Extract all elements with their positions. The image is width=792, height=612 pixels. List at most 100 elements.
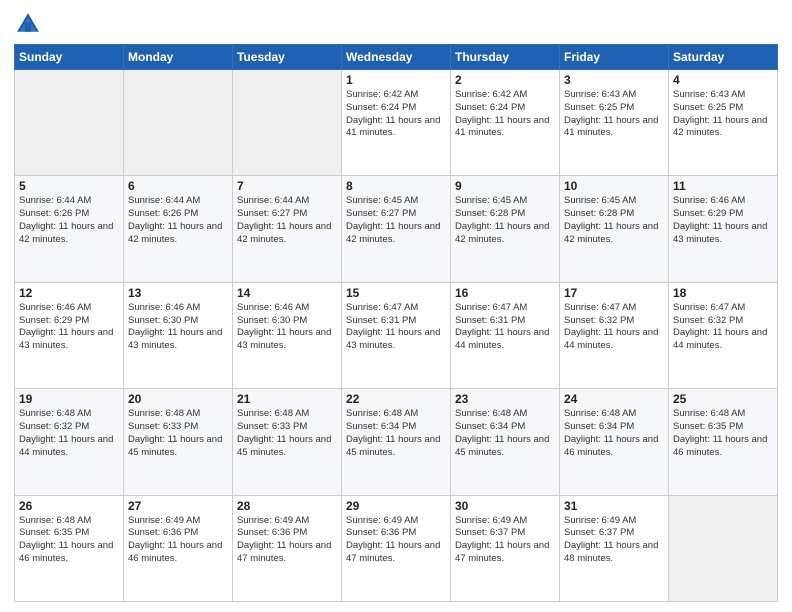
calendar-week-3: 12Sunrise: 6:46 AMSunset: 6:29 PMDayligh… [15, 282, 778, 388]
day-number: 3 [564, 73, 664, 87]
day-number: 30 [455, 499, 555, 513]
calendar-cell: 26 Sunrise: 6:48 AMSunset: 6:35 PMDayligh… [15, 495, 124, 601]
day-info: Sunrise: 6:46 AMSunset: 6:29 PMDaylight:… [673, 195, 773, 246]
calendar-cell: 9 Sunrise: 6:45 AMSunset: 6:28 PMDaylight… [451, 176, 560, 282]
day-number: 1 [346, 73, 446, 87]
day-number: 27 [128, 499, 228, 513]
calendar-cell: 11 Sunrise: 6:46 AMSunset: 6:29 PMDayligh… [669, 176, 778, 282]
calendar-cell: 3 Sunrise: 6:43 AMSunset: 6:25 PMDaylight… [560, 70, 669, 176]
calendar-cell: 25 Sunrise: 6:48 AMSunset: 6:35 PMDayligh… [669, 389, 778, 495]
calendar-cell: 15 Sunrise: 6:47 AMSunset: 6:31 PMDayligh… [342, 282, 451, 388]
day-info: Sunrise: 6:48 AMSunset: 6:35 PMDaylight:… [673, 408, 773, 459]
calendar-cell: 27 Sunrise: 6:49 AMSunset: 6:36 PMDayligh… [124, 495, 233, 601]
weekday-header-saturday: Saturday [669, 45, 778, 70]
day-info: Sunrise: 6:45 AMSunset: 6:28 PMDaylight:… [564, 195, 664, 246]
page: SundayMondayTuesdayWednesdayThursdayFrid… [0, 0, 792, 612]
calendar-cell: 23 Sunrise: 6:48 AMSunset: 6:34 PMDayligh… [451, 389, 560, 495]
calendar-cell: 8 Sunrise: 6:45 AMSunset: 6:27 PMDaylight… [342, 176, 451, 282]
calendar-cell: 29Sunrise: 6:49 AMSunset: 6:36 PMDayligh… [342, 495, 451, 601]
day-info: Sunrise: 6:47 AMSunset: 6:31 PMDaylight:… [455, 302, 555, 353]
calendar-week-5: 26 Sunrise: 6:48 AMSunset: 6:35 PMDayligh… [15, 495, 778, 601]
day-number: 25 [673, 392, 773, 406]
calendar: SundayMondayTuesdayWednesdayThursdayFrid… [14, 44, 778, 602]
calendar-cell: 10 Sunrise: 6:45 AMSunset: 6:28 PMDayligh… [560, 176, 669, 282]
day-number: 4 [673, 73, 773, 87]
day-info: Sunrise: 6:47 AMSunset: 6:31 PMDaylight:… [346, 302, 446, 353]
weekday-header-friday: Friday [560, 45, 669, 70]
day-number: 13 [128, 286, 228, 300]
day-info: Sunrise: 6:46 AMSunset: 6:29 PMDaylight:… [19, 302, 119, 353]
day-info: Sunrise: 6:48 AMSunset: 6:32 PMDaylight:… [19, 408, 119, 459]
day-info: Sunrise: 6:49 AMSunset: 6:37 PMDaylight:… [455, 515, 555, 566]
calendar-cell: 1Sunrise: 6:42 AMSunset: 6:24 PMDaylight… [342, 70, 451, 176]
calendar-cell [669, 495, 778, 601]
day-number: 23 [455, 392, 555, 406]
day-info: Sunrise: 6:49 AMSunset: 6:36 PMDaylight:… [237, 515, 337, 566]
calendar-cell: 16Sunrise: 6:47 AMSunset: 6:31 PMDayligh… [451, 282, 560, 388]
day-info: Sunrise: 6:49 AMSunset: 6:37 PMDaylight:… [564, 515, 664, 566]
day-number: 5 [19, 179, 119, 193]
day-info: Sunrise: 6:44 AMSunset: 6:26 PMDaylight:… [19, 195, 119, 246]
calendar-cell: 24 Sunrise: 6:48 AMSunset: 6:34 PMDayligh… [560, 389, 669, 495]
day-number: 28 [237, 499, 337, 513]
day-info: Sunrise: 6:47 AMSunset: 6:32 PMDaylight:… [564, 302, 664, 353]
weekday-header-sunday: Sunday [15, 45, 124, 70]
day-number: 17 [564, 286, 664, 300]
calendar-cell: 30 Sunrise: 6:49 AMSunset: 6:37 PMDayligh… [451, 495, 560, 601]
calendar-body: 1 Sunrise: 6:42 AMSunset: 6:24 PMDaylight… [15, 70, 778, 602]
day-number: 20 [128, 392, 228, 406]
weekday-header-thursday: Thursday [451, 45, 560, 70]
day-number: 24 [564, 392, 664, 406]
calendar-week-1: 1 Sunrise: 6:42 AMSunset: 6:24 PMDaylight… [15, 70, 778, 176]
day-info: Sunrise: 6:48 AMSunset: 6:35 PMDaylight:… [19, 515, 119, 566]
calendar-cell: 4 Sunrise: 6:43 AMSunset: 6:25 PMDaylight… [669, 70, 778, 176]
day-number: 10 [564, 179, 664, 193]
weekday-header-monday: Monday [124, 45, 233, 70]
weekday-header-tuesday: Tuesday [233, 45, 342, 70]
day-number: 21 [237, 392, 337, 406]
calendar-cell: 5 Sunrise: 6:44 AMSunset: 6:26 PMDaylight… [15, 176, 124, 282]
day-info: Sunrise: 6:43 AMSunset: 6:25 PMDaylight:… [564, 89, 664, 140]
calendar-cell: 20Sunrise: 6:48 AMSunset: 6:33 PMDayligh… [124, 389, 233, 495]
day-number: 9 [455, 179, 555, 193]
calendar-cell: 14Sunrise: 6:46 AMSunset: 6:30 PMDayligh… [233, 282, 342, 388]
day-number: 15 [346, 286, 446, 300]
day-number: 7 [237, 179, 337, 193]
calendar-cell [124, 70, 233, 176]
day-info: Sunrise: 6:49 AMSunset: 6:36 PMDaylight:… [128, 515, 228, 566]
logo [14, 10, 46, 38]
calendar-cell [15, 70, 124, 176]
weekday-header-row: SundayMondayTuesdayWednesdayThursdayFrid… [15, 45, 778, 70]
calendar-cell: 7 Sunrise: 6:44 AMSunset: 6:27 PMDaylight… [233, 176, 342, 282]
day-number: 19 [19, 392, 119, 406]
calendar-cell: 22 Sunrise: 6:48 AMSunset: 6:34 PMDayligh… [342, 389, 451, 495]
calendar-cell: 31Sunrise: 6:49 AMSunset: 6:37 PMDayligh… [560, 495, 669, 601]
day-info: Sunrise: 6:47 AMSunset: 6:32 PMDaylight:… [673, 302, 773, 353]
day-number: 11 [673, 179, 773, 193]
calendar-cell: 6Sunrise: 6:44 AMSunset: 6:26 PMDaylight… [124, 176, 233, 282]
calendar-cell: 17 Sunrise: 6:47 AMSunset: 6:32 PMDayligh… [560, 282, 669, 388]
day-number: 26 [19, 499, 119, 513]
day-info: Sunrise: 6:42 AMSunset: 6:24 PMDaylight:… [455, 89, 555, 140]
day-number: 2 [455, 73, 555, 87]
calendar-cell: 12Sunrise: 6:46 AMSunset: 6:29 PMDayligh… [15, 282, 124, 388]
day-info: Sunrise: 6:45 AMSunset: 6:28 PMDaylight:… [455, 195, 555, 246]
day-info: Sunrise: 6:48 AMSunset: 6:34 PMDaylight:… [455, 408, 555, 459]
day-info: Sunrise: 6:46 AMSunset: 6:30 PMDaylight:… [128, 302, 228, 353]
calendar-cell: 18 Sunrise: 6:47 AMSunset: 6:32 PMDayligh… [669, 282, 778, 388]
calendar-cell [233, 70, 342, 176]
day-number: 22 [346, 392, 446, 406]
day-info: Sunrise: 6:48 AMSunset: 6:34 PMDaylight:… [346, 408, 446, 459]
calendar-cell: 19 Sunrise: 6:48 AMSunset: 6:32 PMDayligh… [15, 389, 124, 495]
day-info: Sunrise: 6:48 AMSunset: 6:34 PMDaylight:… [564, 408, 664, 459]
day-number: 6 [128, 179, 228, 193]
day-number: 8 [346, 179, 446, 193]
calendar-cell: 28 Sunrise: 6:49 AMSunset: 6:36 PMDayligh… [233, 495, 342, 601]
day-number: 18 [673, 286, 773, 300]
day-info: Sunrise: 6:43 AMSunset: 6:25 PMDaylight:… [673, 89, 773, 140]
day-number: 14 [237, 286, 337, 300]
day-info: Sunrise: 6:45 AMSunset: 6:27 PMDaylight:… [346, 195, 446, 246]
day-info: Sunrise: 6:44 AMSunset: 6:27 PMDaylight:… [237, 195, 337, 246]
calendar-week-4: 19 Sunrise: 6:48 AMSunset: 6:32 PMDayligh… [15, 389, 778, 495]
calendar-cell: 13 Sunrise: 6:46 AMSunset: 6:30 PMDayligh… [124, 282, 233, 388]
